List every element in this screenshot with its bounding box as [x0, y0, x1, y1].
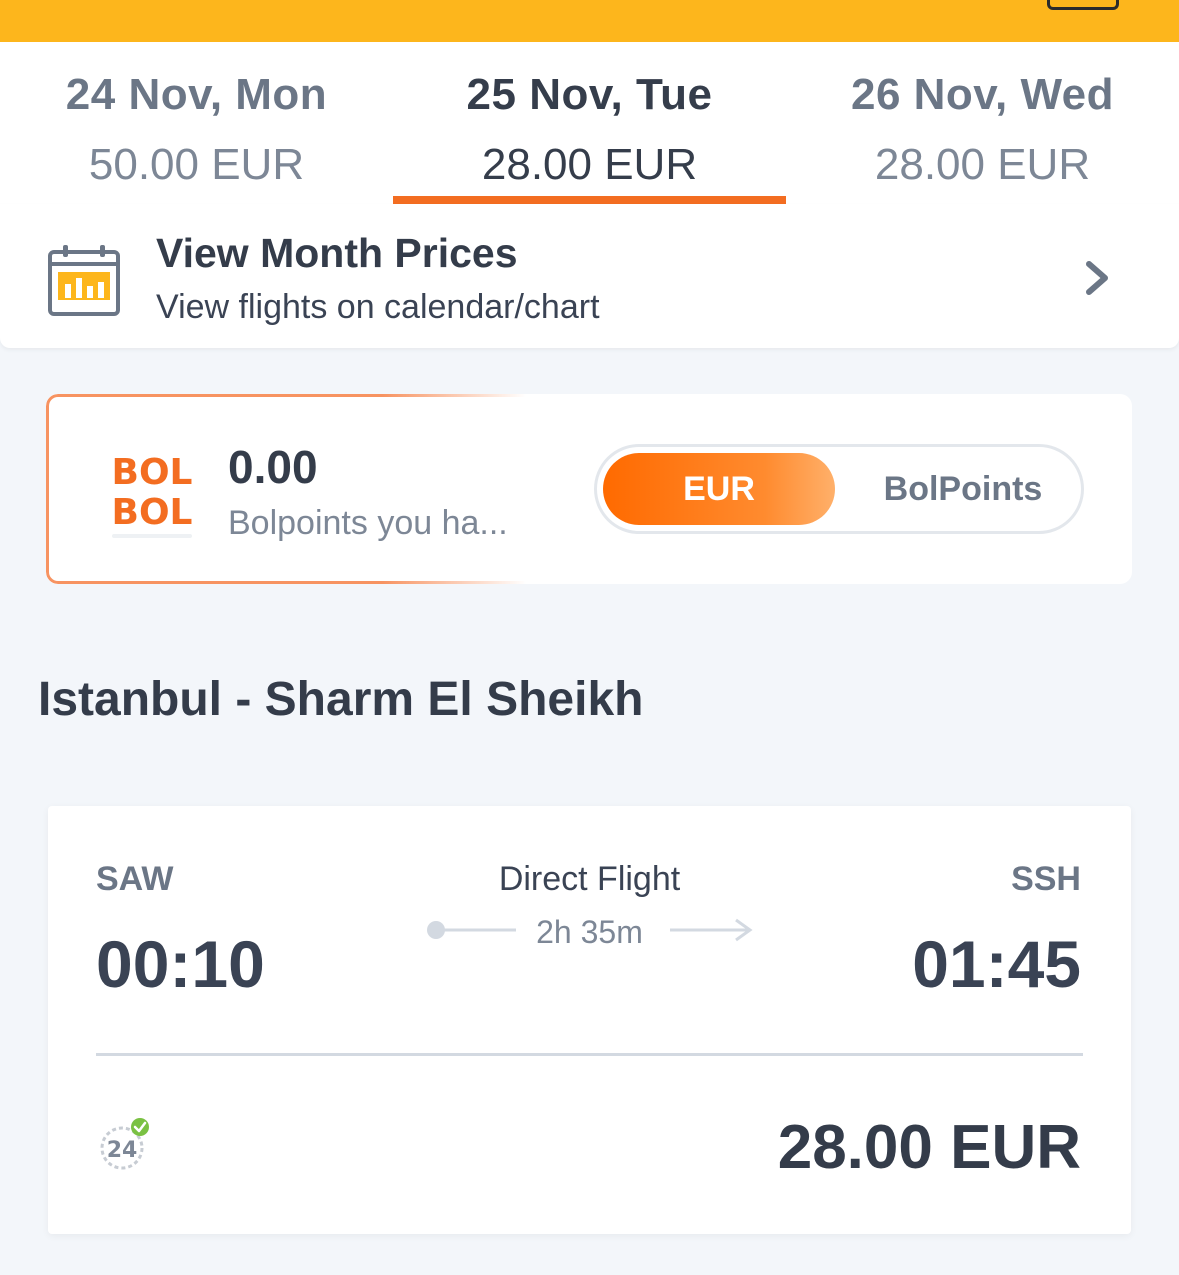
24h-refund-icon: 24: [100, 1118, 149, 1170]
date-tab-selected[interactable]: 25 Nov, Tue 28.00 EUR: [393, 42, 786, 204]
bolpoints-balance: 0.00: [228, 441, 318, 493]
top-header: [0, 0, 1179, 42]
svg-text:24: 24: [107, 1138, 138, 1163]
svg-text:BOL: BOL: [112, 492, 193, 533]
currency-option-eur[interactable]: EUR: [603, 453, 835, 525]
bolpoints-card: BOL BOL 0.00 Bolpoints you ha... EUR Bol…: [46, 394, 1132, 584]
svg-text:BOL: BOL: [112, 452, 193, 493]
date-tab-price: 50.00 EUR: [88, 140, 305, 189]
bolpoints-caption: Bolpoints you ha...: [228, 504, 508, 542]
currency-toggle[interactable]: EUR BolPoints: [594, 444, 1084, 534]
flight-type: Direct Flight: [498, 860, 681, 898]
month-prices-subtitle: View flights on calendar/chart: [156, 288, 600, 326]
date-tab-date: 25 Nov, Tue: [466, 70, 713, 119]
active-tab-indicator: [393, 196, 786, 204]
view-month-prices-button[interactable]: View Month Prices View flights on calend…: [0, 204, 1179, 348]
date-tab-date: 24 Nov, Mon: [65, 70, 328, 119]
currency-option-bolpoints[interactable]: BolPoints: [847, 453, 1079, 525]
bolbol-logo: BOL BOL: [112, 452, 193, 538]
date-tab-price: 28.00 EUR: [874, 140, 1091, 189]
flight-duration: 2h 35m: [536, 914, 643, 950]
calendar-chart-icon: [48, 245, 120, 316]
date-tab-date: 26 Nov, Wed: [850, 70, 1115, 119]
route-title: Istanbul - Sharm El Sheikh: [38, 673, 644, 726]
divider: [96, 1053, 1083, 1056]
flight-card[interactable]: SAW SSH 00:10 01:45 Direct Flight 2h 35m…: [48, 806, 1131, 1234]
header-menu-button[interactable]: [1047, 0, 1119, 10]
date-tab-price: 28.00 EUR: [481, 140, 698, 189]
date-tab-prev[interactable]: 24 Nov, Mon 50.00 EUR: [0, 42, 393, 204]
flight-price: 28.00 EUR: [777, 1113, 1081, 1182]
date-tab-next[interactable]: 26 Nov, Wed 28.00 EUR: [786, 42, 1179, 204]
month-prices-title: View Month Prices: [156, 230, 518, 276]
date-selector: 24 Nov, Mon 50.00 EUR 25 Nov, Tue 28.00 …: [0, 42, 1179, 204]
chevron-right-icon: [1086, 261, 1108, 295]
